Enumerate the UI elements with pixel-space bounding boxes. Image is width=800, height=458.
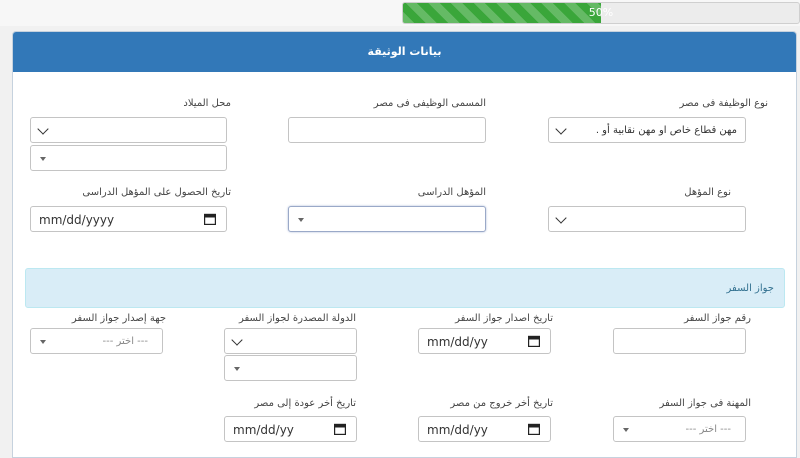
select-placeholder: --- اختر ---: [685, 424, 731, 435]
calendar-icon[interactable]: [528, 423, 540, 435]
date-placeholder: mm/dd/yy: [427, 423, 488, 437]
passport-issue-date-input[interactable]: mm/dd/yy: [418, 328, 551, 354]
dropdown-arrow-icon: [298, 218, 304, 222]
progress-bar: 50%: [402, 2, 800, 24]
qualification-select[interactable]: [288, 206, 486, 232]
qualification-date-input[interactable]: mm/dd/yyyy: [30, 206, 227, 232]
passport-issuing-country-label: الدولة المصدرة لجواز السفر: [238, 313, 356, 324]
chevron-down-icon: [555, 212, 567, 224]
passport-issuing-country-search[interactable]: [224, 355, 357, 381]
last-return-date-label: تاريخ أخر عودة إلى مصر: [254, 398, 356, 409]
dropdown-arrow-icon: [40, 157, 46, 161]
passport-issuing-country-select[interactable]: [224, 328, 357, 354]
passport-number-label: رقم جواز السفر: [684, 313, 751, 324]
passport-issuing-authority-select[interactable]: --- اختر ---: [30, 328, 163, 354]
chevron-down-icon: [37, 123, 49, 135]
calendar-icon[interactable]: [528, 335, 540, 347]
passport-profession-label: المهنة فى جواز السفر: [659, 398, 751, 409]
dropdown-arrow-icon: [234, 367, 240, 371]
date-placeholder: mm/dd/yy: [427, 335, 488, 349]
birth-place-select[interactable]: [30, 117, 227, 143]
job-type-value: مهن قطاع خاص او مهن نقابية أو .: [595, 125, 737, 136]
dropdown-arrow-icon: [623, 428, 629, 432]
qualification-type-label: نوع المؤهل: [684, 187, 731, 198]
last-exit-date-input[interactable]: mm/dd/yy: [418, 416, 551, 442]
chevron-down-icon: [555, 123, 567, 135]
last-exit-date-label: تاريخ أخر خروج من مصر: [450, 398, 553, 409]
top-bar: 50%: [0, 0, 800, 26]
progress-label: 50%: [588, 6, 614, 19]
birth-place-search[interactable]: [30, 145, 227, 171]
qualification-type-select[interactable]: [548, 206, 746, 232]
qualification-date-label: تاريخ الحصول على المؤهل الدراسى: [82, 187, 231, 198]
document-data-panel: بيانات الوثيقة نوع الوظيفة فى مصر مهن قط…: [12, 31, 797, 458]
last-return-date-input[interactable]: mm/dd/yy: [224, 416, 357, 442]
job-title-egypt-label: المسمى الوظيفى فى مصر: [373, 98, 486, 109]
date-placeholder: mm/dd/yyyy: [39, 213, 115, 227]
chevron-down-icon: [231, 334, 243, 346]
job-type-label: نوع الوظيفة فى مصر: [679, 98, 768, 109]
dropdown-arrow-icon: [40, 340, 46, 344]
calendar-icon[interactable]: [334, 423, 346, 435]
passport-issue-date-label: تاريخ اصدار جواز السفر: [455, 313, 553, 324]
qualification-label: المؤهل الدراسى: [417, 187, 486, 198]
panel-title: بيانات الوثيقة: [13, 32, 796, 72]
passport-section-header: جواز السفر: [25, 268, 785, 308]
passport-profession-select[interactable]: --- اختر ---: [613, 416, 746, 442]
job-type-select[interactable]: مهن قطاع خاص او مهن نقابية أو .: [548, 117, 746, 143]
date-placeholder: mm/dd/yy: [233, 423, 294, 437]
passport-number-input[interactable]: [613, 328, 746, 354]
calendar-icon[interactable]: [204, 213, 216, 225]
passport-issuing-authority-label: جهة إصدار جواز السفر: [71, 313, 166, 324]
job-title-egypt-input[interactable]: [288, 117, 486, 143]
birth-place-label: محل الميلاد: [183, 98, 231, 109]
select-placeholder: --- اختر ---: [102, 336, 148, 347]
